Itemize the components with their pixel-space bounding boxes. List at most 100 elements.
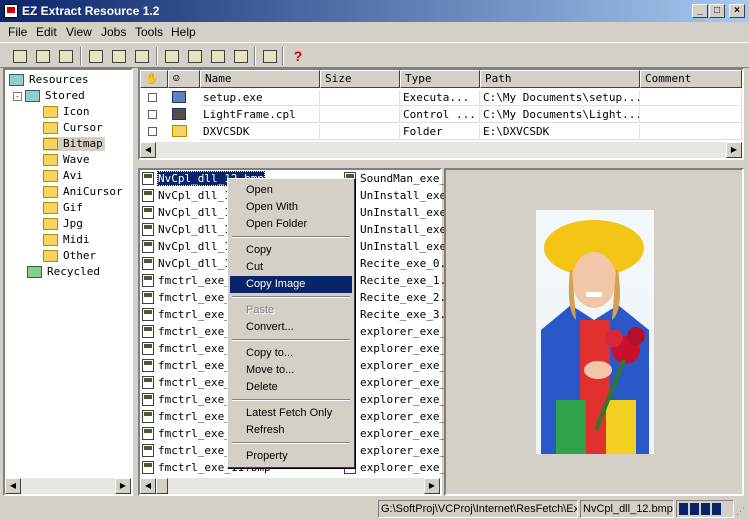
tree-hscrollbar[interactable]: ◀ ▶ [5,478,131,494]
find-icon[interactable] [56,46,76,66]
filelist-hscrollbar[interactable]: ◀ ▶ [140,478,440,494]
list-item[interactable]: fmctrl_exe_2 [142,308,237,322]
scroll-left-button[interactable]: ◀ [140,142,156,158]
minimize-button[interactable]: _ [692,4,708,18]
menu-tools[interactable]: Tools [135,25,163,39]
resize-grip-icon[interactable]: ⋰ [736,506,745,517]
tree-item-other[interactable]: Other [43,249,96,263]
app-icon[interactable] [4,4,18,18]
list-item[interactable]: fmctrl_exe_5 [142,359,237,373]
tree-item-gif[interactable]: Gif [43,201,83,215]
list-item[interactable]: fmctrl_exe_9 [142,427,237,441]
tree-item-icon[interactable]: Icon [43,105,90,119]
open-icon[interactable] [10,46,30,66]
context-item-move-to[interactable]: Move to... [230,362,352,379]
extract-icon[interactable] [162,46,182,66]
list-item[interactable]: fmctrl_exe_3 [142,325,237,339]
list-item[interactable]: SoundMan_exe_ [344,172,446,186]
col-size-header[interactable]: Size [320,70,400,88]
context-item-copy-image[interactable]: Copy Image [230,276,352,293]
list-item[interactable]: UnInstall_exe [344,189,446,203]
grid-hscrollbar[interactable]: ◀ ▶ [140,142,742,158]
list-item[interactable]: NvCpl_dll_16 [142,240,237,254]
tree-item-avi[interactable]: Avi [43,169,83,183]
tree-root[interactable]: Resources [9,73,89,87]
collapse-toggle[interactable]: - [13,92,22,101]
menu-edit[interactable]: Edit [36,25,57,39]
list-item[interactable]: fmctrl_exe_8 [142,410,237,424]
list-item[interactable]: fmctrl_exe_4 [142,342,237,356]
tree-item-cursor[interactable]: Cursor [43,121,103,135]
list-item[interactable]: explorer_exe_ [344,359,446,373]
folder-up-icon[interactable] [185,46,205,66]
context-item-open[interactable]: Open [230,182,352,199]
scroll-thumb[interactable] [156,478,168,494]
list-item[interactable]: Recite_exe_1. [344,274,446,288]
export-icon[interactable] [208,46,228,66]
menu-help[interactable]: Help [171,25,196,39]
context-item-refresh[interactable]: Refresh [230,422,352,439]
context-item-copy[interactable]: Copy [230,242,352,259]
context-item-property[interactable]: Property [230,448,352,465]
list-item[interactable]: fmctrl_exe_0 [142,274,237,288]
context-item-open-with[interactable]: Open With [230,199,352,216]
copy-icon[interactable] [86,46,106,66]
list-item[interactable]: explorer_exe_ [344,325,446,339]
scroll-right-button[interactable]: ▶ [115,478,131,494]
list-item[interactable]: UnInstall_exe [344,240,446,254]
tree-recycled[interactable]: Recycled [27,265,100,279]
row-checkbox[interactable] [148,110,157,119]
col-path-header[interactable]: Path [480,70,640,88]
context-item-latest-fetch-only[interactable]: Latest Fetch Only [230,405,352,422]
cut-icon[interactable] [109,46,129,66]
list-item[interactable]: explorer_exe_ [344,376,446,390]
row-checkbox[interactable] [148,93,157,102]
list-item[interactable]: NvCpl_dll_17 [142,257,237,271]
col-type-header[interactable]: Type [400,70,480,88]
col-checkbox-header[interactable]: ✋ [140,70,168,88]
save-icon[interactable] [33,46,53,66]
row-checkbox[interactable] [148,127,157,136]
paste-icon[interactable] [132,46,152,66]
list-item[interactable]: explorer_exe_ [344,410,446,424]
list-item[interactable]: NvCpl_dll_13 [142,189,237,203]
tree-item-jpg[interactable]: Jpg [43,217,83,231]
tree-stored[interactable]: Stored [25,89,85,103]
list-item[interactable]: Recite_exe_3. [344,308,446,322]
scroll-right-button[interactable]: ▶ [424,478,440,494]
list-item[interactable]: explorer_exe_ [344,393,446,407]
close-button[interactable]: × [729,4,745,18]
menu-view[interactable]: View [66,25,92,39]
col-comment-header[interactable]: Comment [640,70,742,88]
col-name-header[interactable]: Name [200,70,320,88]
tree-item-midi[interactable]: Midi [43,233,90,247]
list-item[interactable]: NvCpl_dll_15 [142,223,237,237]
tree-item-bitmap[interactable]: Bitmap [43,137,105,151]
list-item[interactable]: Recite_exe_2. [344,291,446,305]
list-item[interactable]: UnInstall_exe [344,206,446,220]
list-item[interactable]: UnInstall_exe [344,223,446,237]
list-item[interactable]: explorer_exe_ [344,342,446,356]
options-icon[interactable] [260,46,280,66]
context-item-convert[interactable]: Convert... [230,319,352,336]
col-status-header[interactable]: ☺ [168,70,200,88]
help-icon[interactable]: ? [288,46,308,66]
list-item[interactable]: Recite_exe_0. [344,257,446,271]
context-item-delete[interactable]: Delete [230,379,352,396]
list-item[interactable]: explorer_exe_ [344,427,446,441]
list-item[interactable]: NvCpl_dll_14 [142,206,237,220]
scroll-left-button[interactable]: ◀ [5,478,21,494]
tree-item-anicursor[interactable]: AniCursor [43,185,123,199]
tree-item-wave[interactable]: Wave [43,153,90,167]
context-item-copy-to[interactable]: Copy to... [230,345,352,362]
list-item[interactable]: explorer_exe_ [344,461,446,475]
list-item[interactable]: explorer_exe_ [344,444,446,458]
scroll-right-button[interactable]: ▶ [726,142,742,158]
maximize-button[interactable]: □ [709,4,725,18]
menu-jobs[interactable]: Jobs [101,25,126,39]
context-item-open-folder[interactable]: Open Folder [230,216,352,233]
scroll-left-button[interactable]: ◀ [140,478,156,494]
delete-icon[interactable] [231,46,251,66]
menu-file[interactable]: File [8,25,27,39]
list-item[interactable]: fmctrl_exe_1 [142,291,237,305]
